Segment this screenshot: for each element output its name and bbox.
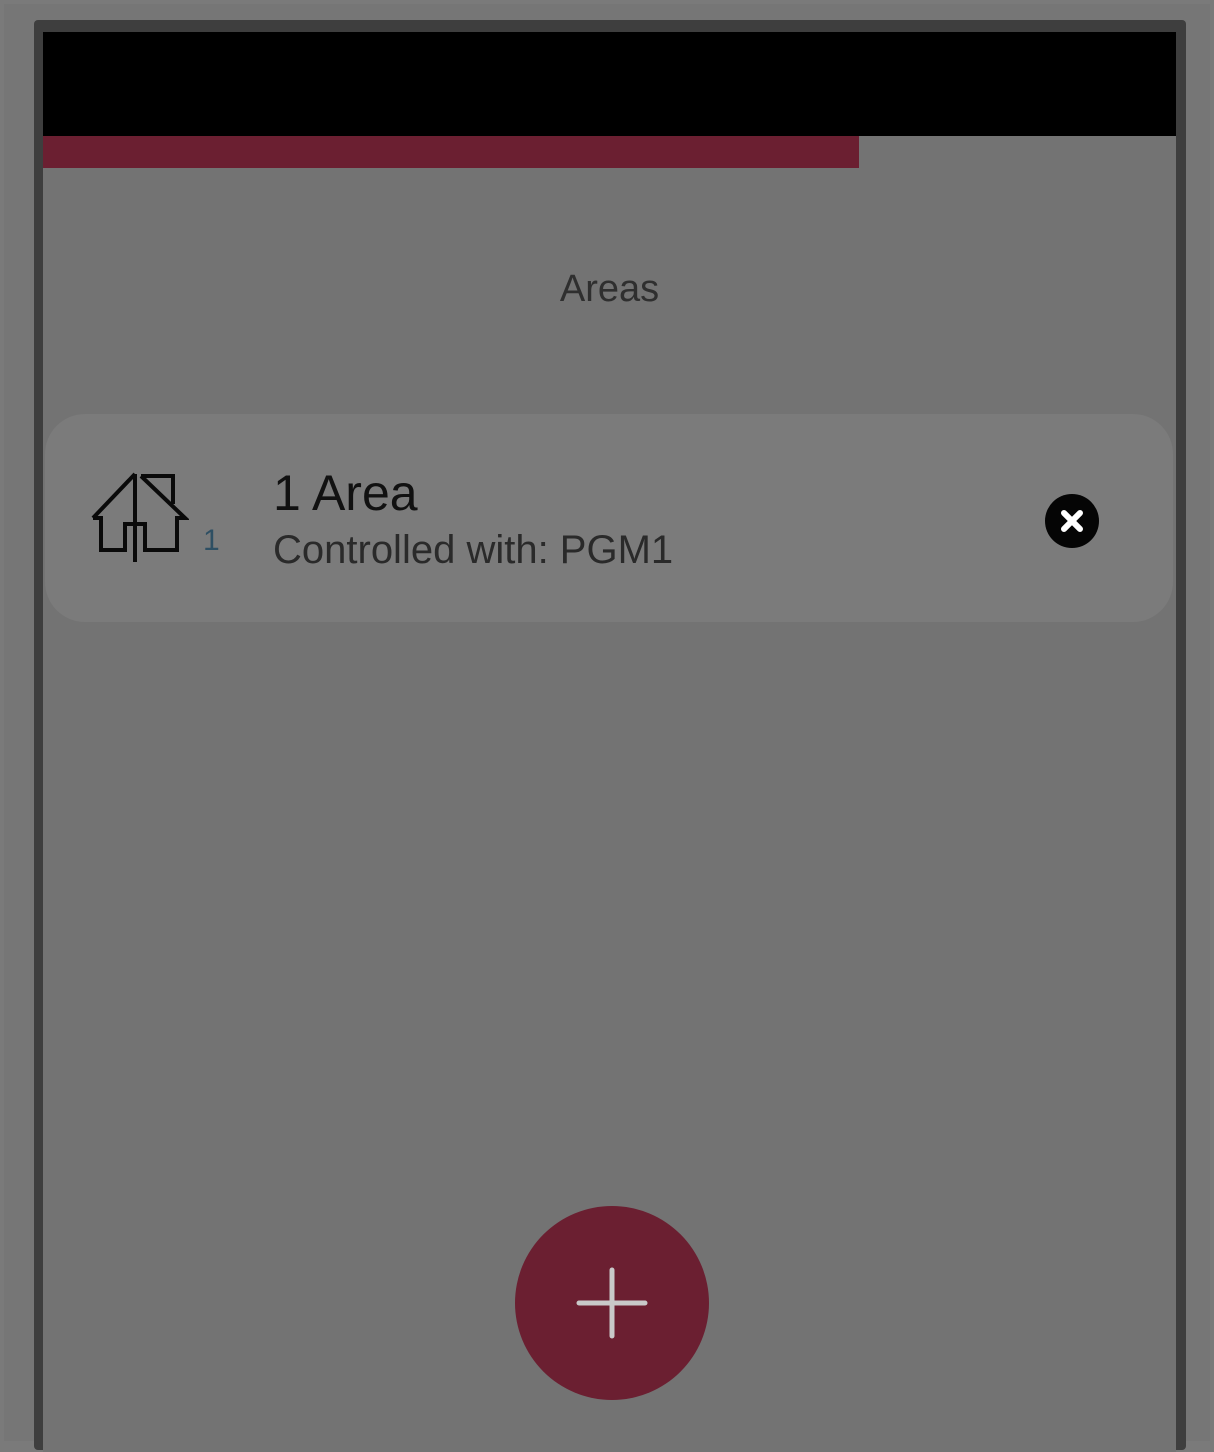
area-controlled-with: Controlled with: PGM1 <box>273 528 674 572</box>
status-bar <box>43 32 1176 136</box>
add-area-button[interactable] <box>515 1206 709 1400</box>
area-list-item[interactable]: 1 1 Area Controlled with: PGM1 <box>45 414 1173 622</box>
page-title: Areas <box>559 268 660 310</box>
area-index: 1 <box>203 524 220 557</box>
remove-area-button[interactable] <box>1045 494 1099 548</box>
house-split-icon <box>91 472 189 562</box>
area-name: 1 Area <box>273 465 418 521</box>
progress-bar <box>43 136 1176 168</box>
close-circle-icon <box>1061 510 1083 532</box>
plus-icon <box>576 1267 648 1339</box>
progress-bar-fill <box>43 136 859 168</box>
app-screen: Areas 1 1 Area Controlled with: PGM1 <box>43 32 1176 1452</box>
